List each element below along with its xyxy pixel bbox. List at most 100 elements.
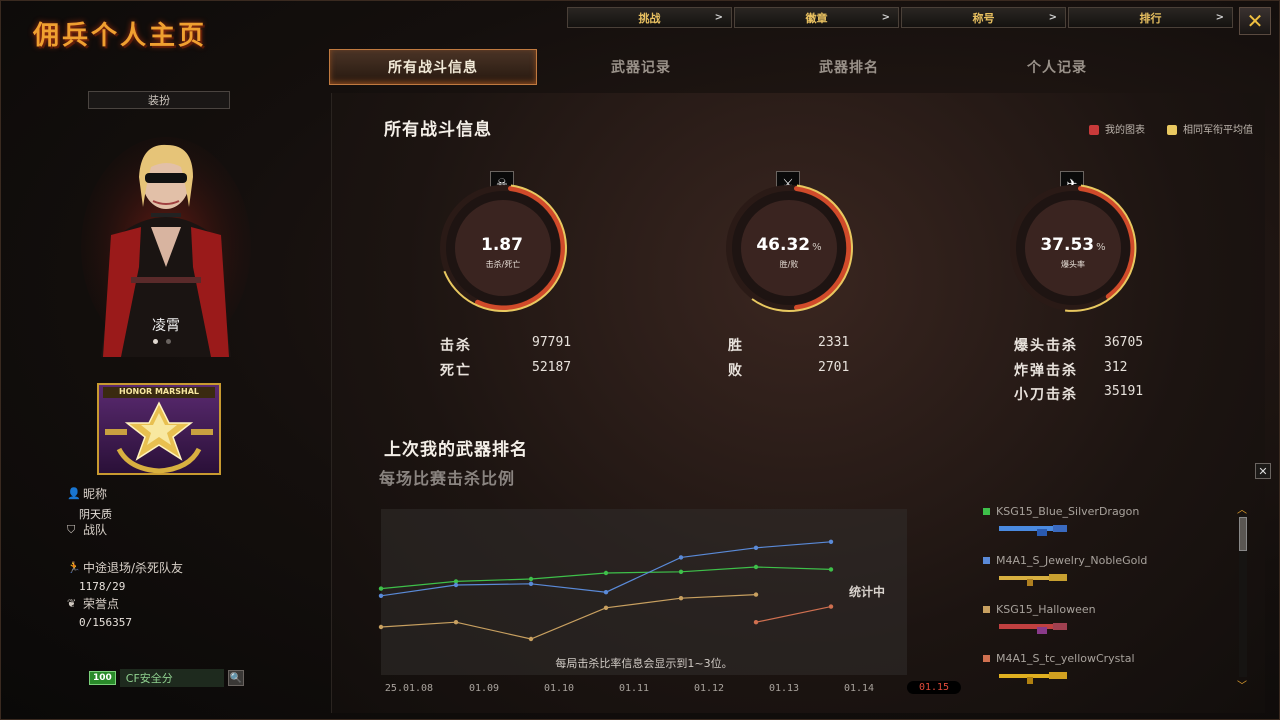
series-swatch [983,655,990,662]
x-tick-label[interactable]: 01.13 [769,683,799,694]
nav-title-button[interactable]: 称号 > [901,7,1066,28]
headshot-kills-row: 爆头击杀 36705 [1014,335,1143,355]
data-point[interactable] [828,539,834,544]
data-point[interactable] [678,569,684,574]
headshot-value: 37.53% [1008,235,1138,255]
x-tick-label[interactable]: 25.01.08 [385,683,433,694]
data-point[interactable] [528,576,534,582]
knife-kills-label: 小刀击杀 [1014,387,1078,403]
rank-badge-label: HONOR MARSHAL [103,387,215,398]
nickname-value: 阴天质 [79,508,112,521]
winrate-value: 46.32% [724,235,854,255]
nav-badge-button[interactable]: 徽章 > [734,7,899,28]
data-point[interactable] [603,605,609,610]
data-point[interactable] [678,596,684,601]
scroll-thumb[interactable] [1239,517,1247,551]
data-point[interactable] [753,545,759,550]
weapon-name: KSG15_Halloween [996,603,1096,616]
chevron-up-icon[interactable]: ︿ [1235,501,1249,516]
nav-challenge-button[interactable]: 挑战 > [567,7,732,28]
search-icon[interactable]: 🔍 [227,670,244,686]
kd-gauge: ☠ 1.87 击杀/死亡 [438,171,568,316]
pager-dot[interactable] [166,339,171,344]
honor-value: 0/156357 [79,616,132,629]
x-tick-label[interactable]: 01.11 [619,683,649,694]
data-point[interactable] [603,590,609,595]
nav-label: 挑战 [638,11,661,25]
nav-label: 徽章 [805,11,828,25]
nav-ranking-button[interactable]: 排行 > [1068,7,1233,28]
chart-close-button[interactable]: ✕ [1255,463,1271,479]
x-tick-label[interactable]: 01.14 [844,683,874,694]
chart-legend: 我的图表 相同军衔平均值 [1089,121,1253,136]
weapon-item[interactable]: M4A1_S_Jewelry_NobleGold [983,554,1213,603]
x-tick-label[interactable]: 01.09 [469,683,499,694]
stat-status-label: 统计中 [849,585,886,599]
bomb-kills-label: 炸弹击杀 [1014,363,1078,379]
close-button[interactable]: ✕ [1239,7,1271,35]
data-point[interactable] [753,564,759,570]
safety-score-label: CF安全分 [119,669,224,687]
data-point[interactable] [528,636,534,642]
deaths-value: 52187 [532,360,572,375]
tab-weapon-ranking[interactable]: 武器排名 [745,49,953,85]
weapon-name: M4A1_S_Jewelry_NobleGold [996,554,1148,567]
losses-label: 败 [728,363,744,379]
tab-all-battle-info[interactable]: 所有战斗信息 [329,49,537,85]
nickname-label: 昵称 [83,487,108,501]
winrate-gauge: ⚔ 46.32% 胜/败 [724,171,854,316]
outfit-button[interactable]: 装扮 [88,91,230,109]
data-point[interactable] [678,555,684,560]
rifle-icon [999,672,1067,684]
nav-label: 排行 [1139,11,1162,25]
kd-value: 1.87 [438,235,568,255]
data-point[interactable] [753,620,759,625]
pager-dot[interactable] [153,339,158,344]
legend-label: 相同军衔平均值 [1183,125,1253,136]
weapon-item[interactable]: KSG15_Halloween [983,603,1213,652]
chevron-down-icon[interactable]: ﹀ [1235,677,1249,692]
page-title: 佣兵个人主页 [33,21,208,51]
weapon-item[interactable]: KSG15_Blue_SilverDragon [983,505,1213,554]
series-line-2 [380,594,757,640]
tab-weapon-records[interactable]: 武器记录 [537,49,745,85]
wins-row: 胜 2331 [728,335,849,355]
weapon-item[interactable]: M4A1_S_tc_yellowCrystal [983,652,1213,701]
user-icon: 👤 [67,487,81,500]
data-point[interactable] [603,570,609,576]
data-point[interactable] [828,567,834,572]
x-tick-label[interactable]: 01.15 [906,681,962,694]
gauge-number: 1.87 [481,235,523,255]
legend-label: 我的图表 [1105,125,1145,136]
laurel-icon: ❦ [67,597,77,610]
data-point[interactable] [453,582,459,588]
legend-rank-average: 相同军衔平均值 [1167,121,1253,136]
data-point[interactable] [453,620,459,625]
legend-swatch [1089,125,1099,135]
headshot-kills-value: 36705 [1104,335,1144,350]
wins-value: 2331 [818,335,850,350]
tab-personal-records[interactable]: 个人记录 [953,49,1161,85]
headshot-label: 爆头率 [1061,260,1085,269]
data-point[interactable] [753,592,759,597]
data-point[interactable] [378,586,384,591]
data-point[interactable] [528,581,534,586]
weapon-rank-title: 上次我的武器排名 [384,440,528,460]
quit-label: 中途退场/杀死队友 [83,561,184,575]
profile-panel: 装扮 凌霄 HONOR MARSHAL 👤 昵称 阴天质 ⛉ 战队 🏃 中途退场… [31,87,301,707]
nickname-block: 👤 昵称 阴天质 [67,485,112,522]
bomb-kills-value: 312 [1104,360,1128,375]
weapon-list-scrollbar[interactable]: ︿ ﹀ [1235,505,1249,692]
honor-block: ❦ 荣誉点 0/156357 [67,595,132,629]
series-swatch [983,557,990,564]
x-tick-label[interactable]: 01.12 [694,683,724,694]
data-point[interactable] [378,593,384,598]
team-icon: ⛉ [67,522,76,536]
quit-value: 1178/29 [79,580,126,593]
data-point[interactable] [378,624,384,630]
bomb-kills-row: 炸弹击杀 312 [1014,360,1127,380]
wins-label: 胜 [728,338,744,354]
data-point[interactable] [828,604,834,609]
chart-note: 每局击杀比率信息会显示到1~3位。 [555,657,733,670]
x-tick-label[interactable]: 01.10 [544,683,574,694]
